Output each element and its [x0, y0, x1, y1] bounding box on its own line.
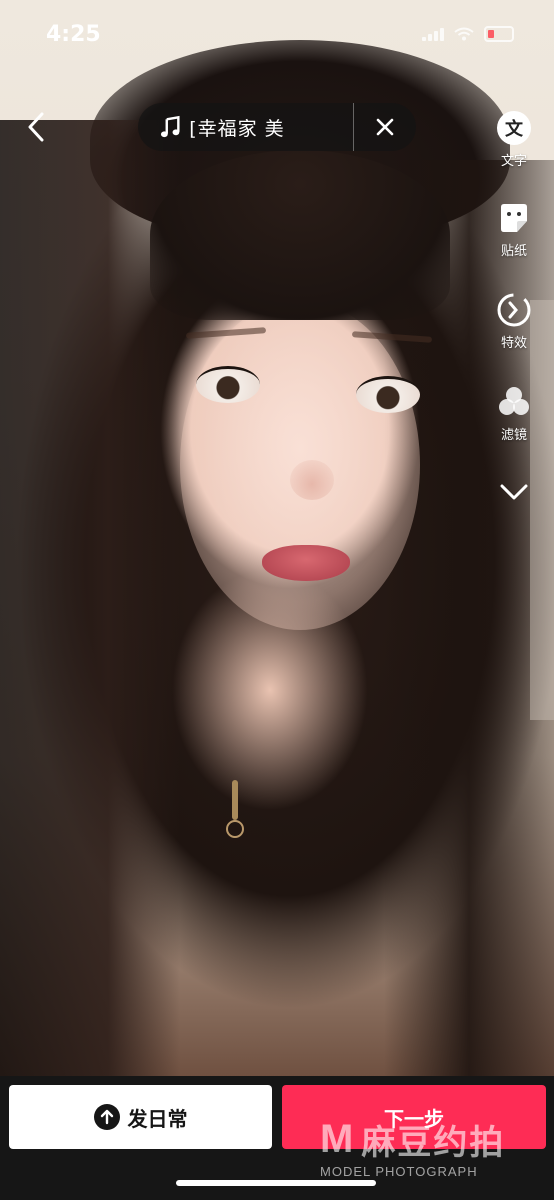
background-wall: [530, 300, 554, 720]
lips: [262, 545, 350, 581]
tool-text[interactable]: 文 文字: [490, 108, 538, 169]
arrow-up-icon: [93, 1104, 120, 1130]
back-chevron-icon[interactable]: [22, 110, 52, 144]
necklace: [232, 780, 238, 820]
tool-filter[interactable]: 滤镜: [490, 382, 538, 443]
watermark-en: MODEL PHOTOGRAPH: [320, 1164, 478, 1179]
tool-effects[interactable]: 特效: [490, 290, 538, 351]
camera-preview: [0, 0, 554, 1080]
status-time: 4:25: [46, 22, 101, 47]
watermark: M 麻豆约拍 MODEL PHOTOGRAPH: [320, 1115, 550, 1179]
battery-icon: [484, 26, 514, 42]
remove-music-button[interactable]: [354, 103, 416, 151]
wifi-icon: [454, 27, 474, 41]
necklace-pendant: [226, 820, 244, 838]
music-note-icon: [160, 115, 180, 138]
status-icons: [422, 26, 514, 42]
watermark-letter: M: [320, 1117, 356, 1161]
effects-icon: [494, 290, 534, 330]
right-eye: [356, 376, 420, 413]
tool-effects-label: 特效: [500, 336, 527, 351]
music-title: [幸福家 美: [189, 117, 285, 140]
chevron-down-icon: [500, 484, 528, 500]
status-bar: 4:25: [0, 0, 554, 64]
filter-icon: [494, 382, 534, 422]
left-eye: [196, 366, 260, 403]
tool-filter-label: 滤镜: [500, 428, 527, 443]
tool-sticker[interactable]: 贴纸: [490, 198, 538, 259]
nose: [290, 460, 334, 500]
bangs: [150, 150, 450, 320]
home-indicator[interactable]: [176, 1180, 376, 1186]
more-tools-button[interactable]: [490, 478, 538, 506]
post-daily-button[interactable]: 发日常: [9, 1085, 272, 1149]
signal-icon: [422, 27, 444, 41]
watermark-cn: 麻豆约拍: [361, 1123, 506, 1163]
close-icon: [376, 118, 394, 136]
tool-sticker-label: 贴纸: [500, 244, 527, 259]
text-icon: 文: [494, 108, 534, 148]
tool-text-label: 文字: [500, 154, 527, 169]
post-daily-label: 发日常: [127, 1106, 188, 1131]
sticker-icon: [494, 198, 534, 238]
music-selector[interactable]: [幸福家 美: [138, 103, 416, 151]
